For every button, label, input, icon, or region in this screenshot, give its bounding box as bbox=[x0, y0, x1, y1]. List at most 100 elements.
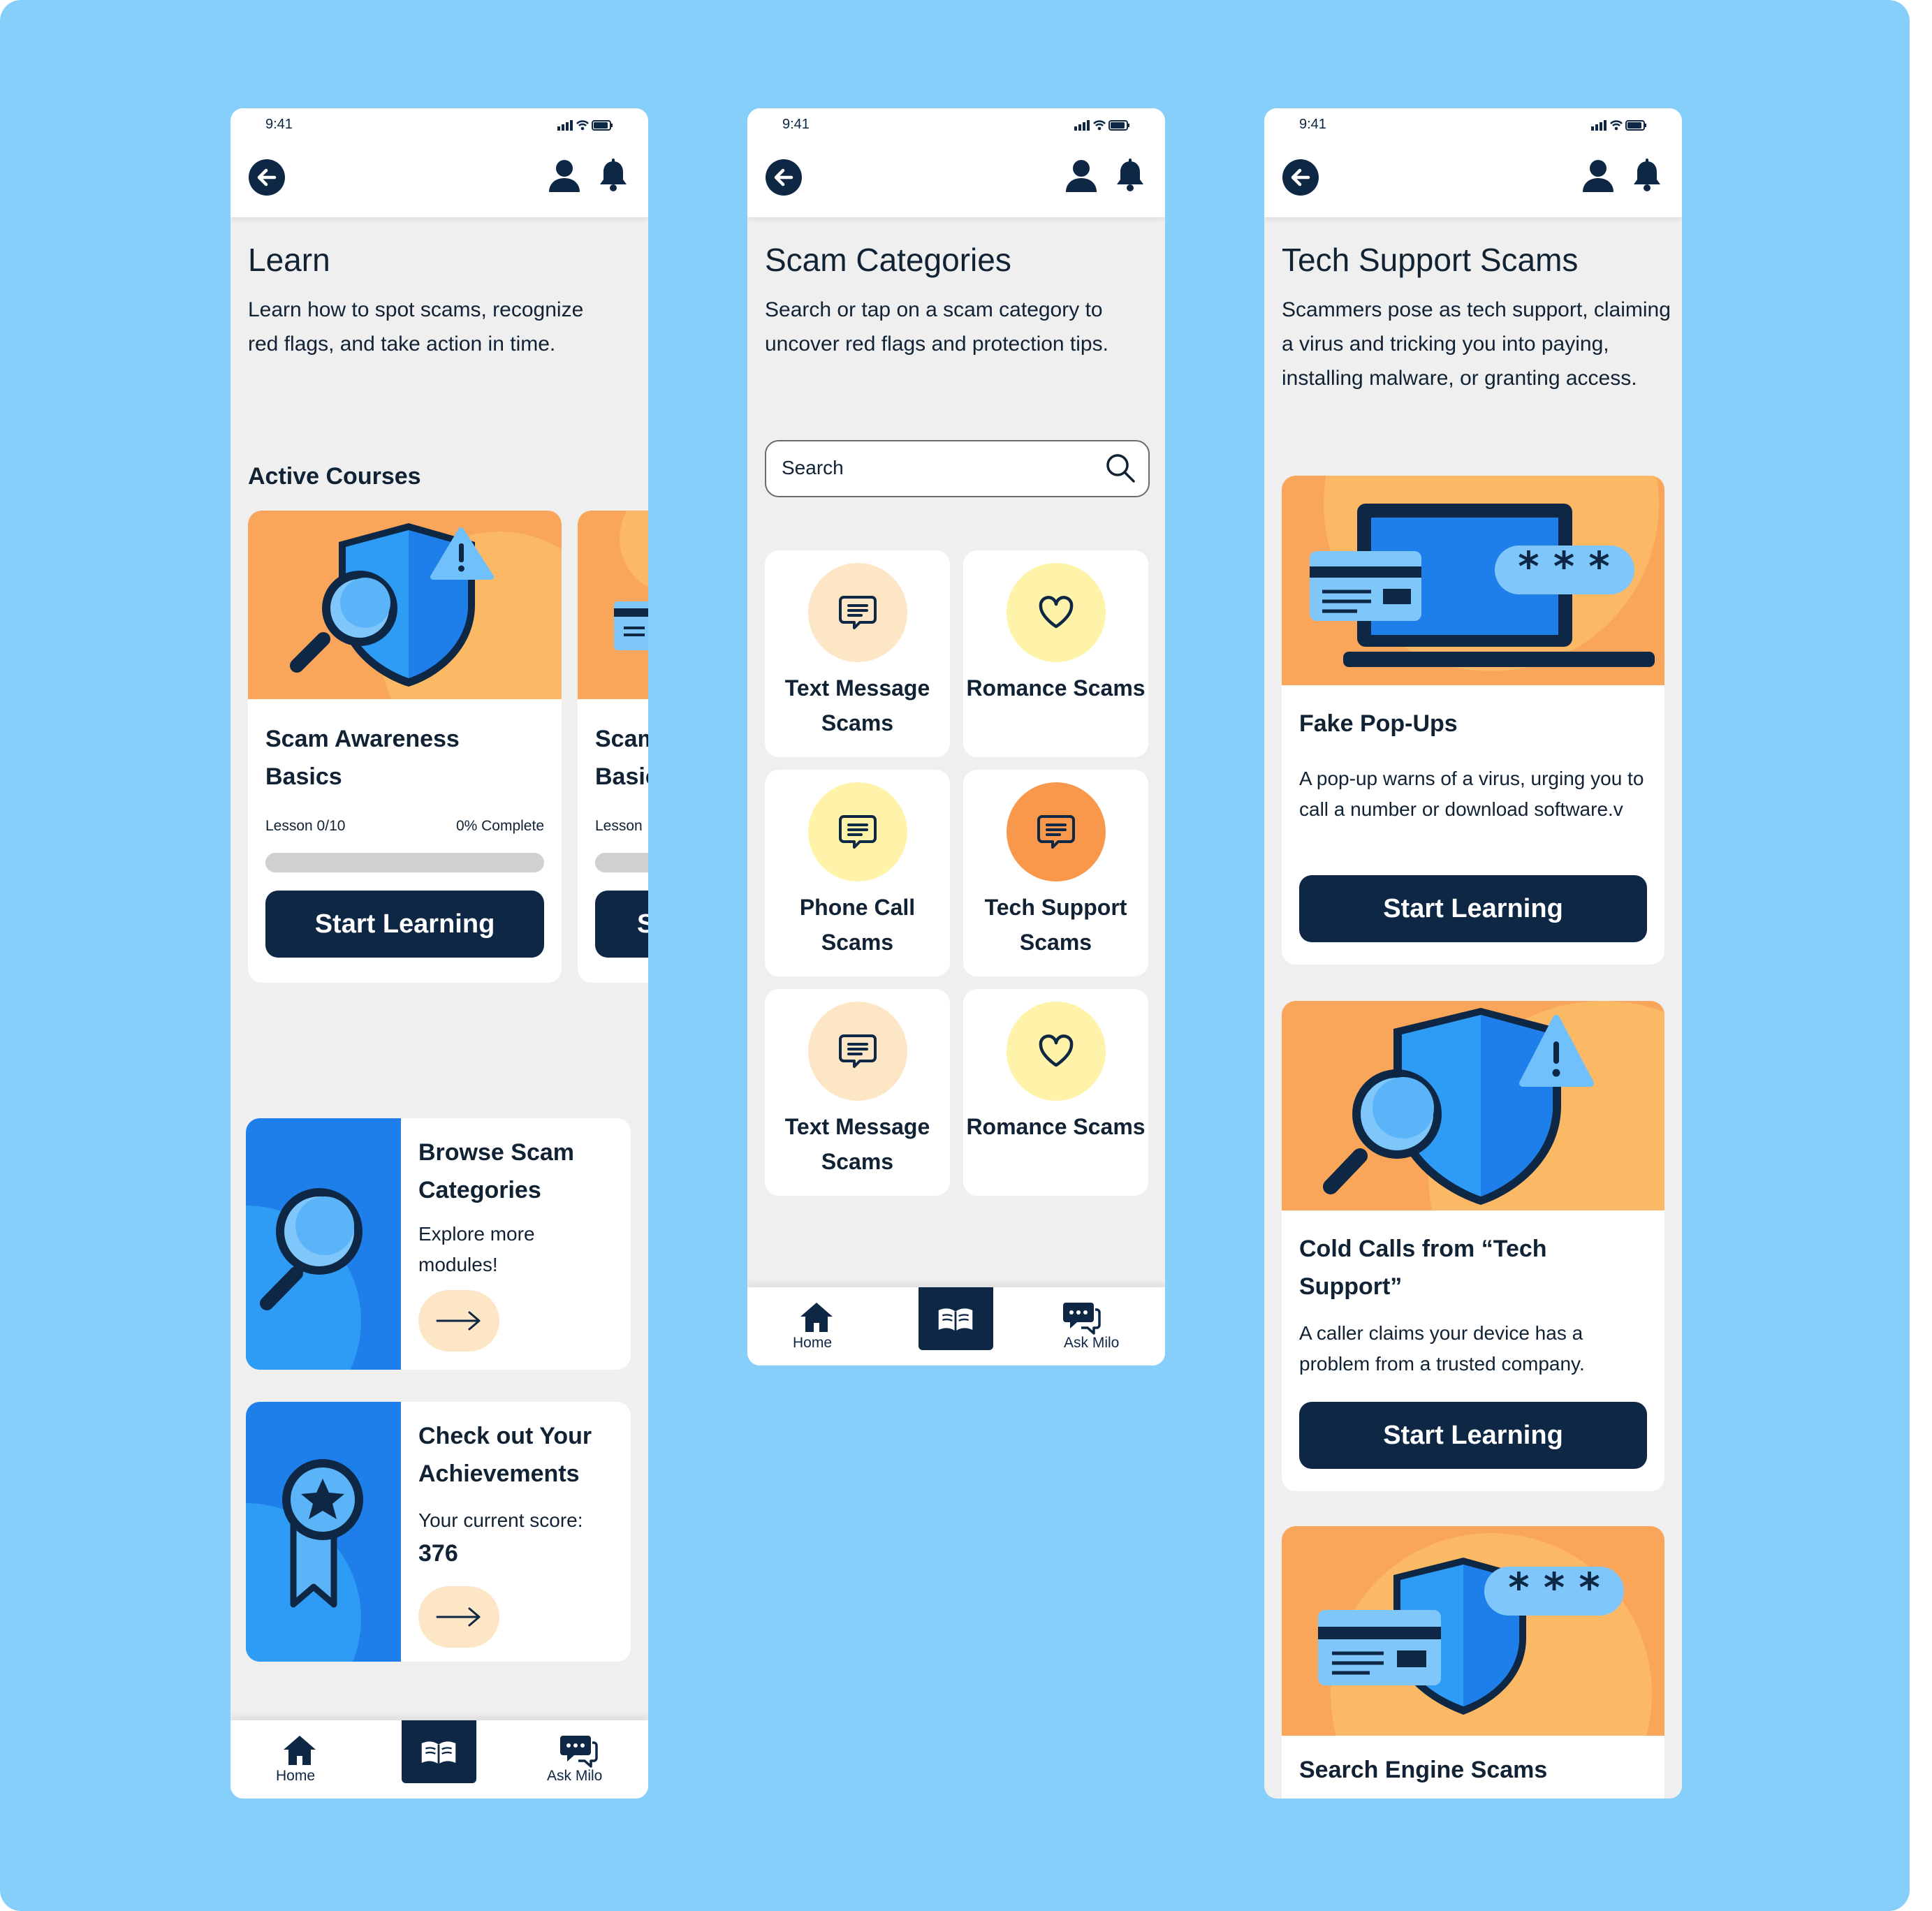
bottom-nav: Home Ask Milo bbox=[747, 1287, 1165, 1365]
message-icon bbox=[1035, 811, 1077, 853]
nav-ask-label[interactable]: Ask Milo bbox=[1064, 1335, 1119, 1352]
svg-text:* * *: * * * bbox=[1518, 543, 1609, 590]
category-tile[interactable]: Text Message Scams bbox=[765, 550, 950, 757]
category-tile[interactable]: Romance Scams bbox=[963, 550, 1148, 757]
course-peek-title: Scam Basics bbox=[595, 726, 648, 790]
top-bar bbox=[747, 143, 1165, 217]
nav-learn-button[interactable] bbox=[402, 1720, 476, 1783]
lesson-count: Lesson 0/10 bbox=[265, 818, 346, 834]
signal-wifi-battery-icon bbox=[1074, 118, 1130, 132]
chat-icon[interactable] bbox=[1062, 1300, 1101, 1335]
profile-icon[interactable] bbox=[1064, 159, 1098, 193]
page-title: Learn bbox=[248, 242, 330, 278]
course-peek-lesson: Lesson bbox=[595, 818, 643, 834]
back-arrow-icon[interactable] bbox=[248, 159, 286, 196]
message-icon bbox=[837, 1030, 879, 1072]
start-learning-button[interactable]: Start Learning bbox=[265, 891, 544, 958]
shield-card-password-illustration: * * * bbox=[1282, 1526, 1664, 1736]
page-title: Tech Support Scams bbox=[1282, 242, 1579, 278]
top-bar bbox=[230, 143, 648, 217]
status-bar: 9:41 bbox=[747, 108, 1165, 143]
status-time: 9:41 bbox=[1299, 117, 1326, 132]
signal-wifi-battery-icon bbox=[1591, 118, 1647, 132]
nav-learn-button[interactable] bbox=[919, 1287, 993, 1350]
category-tile[interactable]: Tech Support Scams bbox=[963, 770, 1148, 976]
fake-popups-card[interactable]: * * * Fake Pop-Ups A pop-up warns of a v… bbox=[1282, 476, 1664, 965]
browse-arrow-button[interactable] bbox=[418, 1290, 499, 1352]
nav-home-label[interactable]: Home bbox=[793, 1335, 832, 1352]
cold-calls-card[interactable]: Cold Calls from “Tech Support” A caller … bbox=[1282, 1001, 1664, 1491]
scam-awareness-illustration bbox=[248, 511, 562, 699]
category-tile[interactable]: Romance Scams bbox=[963, 989, 1148, 1196]
search-input[interactable]: Search bbox=[765, 440, 1150, 497]
categories-screen: 9:41 Scam Categories Search or tap on a … bbox=[747, 108, 1165, 1365]
page-description: Scammers pose as tech support, claiming … bbox=[1282, 298, 1671, 390]
nav-ask-label[interactable]: Ask Milo bbox=[547, 1768, 602, 1785]
bell-icon[interactable] bbox=[1632, 159, 1662, 193]
status-time: 9:41 bbox=[782, 117, 810, 132]
course-card[interactable]: Scam Awareness Basics Lesson 0/10 0% Com… bbox=[248, 511, 562, 983]
course-peek-illustration bbox=[578, 511, 648, 699]
course-peek-button[interactable]: S bbox=[595, 891, 648, 958]
shield-warning-illustration bbox=[1282, 1001, 1664, 1210]
profile-icon[interactable] bbox=[1581, 159, 1615, 193]
home-icon[interactable] bbox=[282, 1734, 317, 1766]
book-icon bbox=[936, 1304, 975, 1335]
search-engine-card[interactable]: * * * Search Engine Scams bbox=[1282, 1526, 1664, 1799]
signal-wifi-battery-icon bbox=[557, 118, 613, 132]
cold-calls-description: A caller claims your device has a proble… bbox=[1299, 1322, 1585, 1375]
category-label: Romance Scams bbox=[966, 675, 1146, 701]
search-placeholder: Search bbox=[782, 457, 844, 478]
message-icon bbox=[837, 811, 879, 853]
book-icon bbox=[419, 1737, 458, 1768]
category-tile[interactable]: Phone Call Scams bbox=[765, 770, 950, 976]
course-card-peek[interactable]: Scam Basics Lesson S bbox=[578, 511, 648, 983]
achievements-subtitle: Your current score: bbox=[418, 1509, 583, 1531]
back-arrow-icon[interactable] bbox=[765, 159, 803, 196]
achievements-arrow-button[interactable] bbox=[418, 1586, 499, 1648]
arrow-right-icon bbox=[434, 1606, 483, 1627]
category-icon-circle bbox=[808, 1002, 907, 1101]
magnifier-illustration bbox=[246, 1118, 401, 1370]
search-icon[interactable] bbox=[1105, 453, 1136, 483]
category-label: Romance Scams bbox=[966, 1114, 1146, 1139]
cold-calls-title: Cold Calls from “Tech Support” bbox=[1299, 1236, 1547, 1300]
achievements-score: 376 bbox=[418, 1540, 458, 1567]
category-icon-circle bbox=[808, 782, 907, 881]
heart-icon bbox=[1035, 1030, 1077, 1072]
category-label: Tech Support Scams bbox=[984, 895, 1127, 955]
percent-complete: 0% Complete bbox=[455, 818, 544, 834]
bell-icon[interactable] bbox=[598, 159, 629, 193]
category-icon-circle bbox=[1007, 1002, 1106, 1101]
category-label: Text Message Scams bbox=[784, 675, 930, 735]
fake-popups-title: Fake Pop-Ups bbox=[1299, 710, 1458, 737]
status-time: 9:41 bbox=[265, 117, 293, 132]
category-label: Phone Call Scams bbox=[799, 895, 916, 955]
profile-icon[interactable] bbox=[548, 159, 581, 193]
category-tile[interactable]: Text Message Scams bbox=[765, 989, 950, 1196]
laptop-popup-illustration: * * * bbox=[1282, 476, 1664, 685]
learn-screen: 9:41 Learn Learn how to spot scams, reco… bbox=[230, 108, 648, 1799]
course-title: Scam Awareness Basics bbox=[265, 726, 460, 790]
start-learning-button[interactable]: Start Learning bbox=[1299, 1402, 1647, 1469]
start-learning-button[interactable]: Start Learning bbox=[1299, 875, 1647, 942]
achievements-card[interactable]: Check out Your Achievements Your current… bbox=[246, 1402, 631, 1662]
bell-icon[interactable] bbox=[1115, 159, 1146, 193]
category-label: Text Message Scams bbox=[784, 1114, 930, 1174]
browse-categories-card[interactable]: Browse Scam Categories Explore more modu… bbox=[246, 1118, 631, 1370]
chat-icon[interactable] bbox=[559, 1733, 598, 1768]
bottom-nav: Home Ask Milo bbox=[230, 1720, 648, 1799]
active-courses-heading: Active Courses bbox=[248, 463, 421, 490]
page-description: Search or tap on a scam category to unco… bbox=[765, 298, 1108, 356]
nav-home-label[interactable]: Home bbox=[276, 1768, 315, 1785]
achievements-title: Check out Your Achievements bbox=[418, 1423, 592, 1487]
page-description: Learn how to spot scams, recognize red f… bbox=[248, 298, 584, 356]
arrow-right-icon bbox=[434, 1310, 483, 1331]
category-icon-circle bbox=[808, 563, 907, 662]
home-icon[interactable] bbox=[799, 1301, 834, 1333]
tech-support-screen: 9:41 Tech Support Scams Scammers pose as… bbox=[1264, 108, 1682, 1799]
page-title: Scam Categories bbox=[765, 242, 1011, 278]
svg-text:* * *: * * * bbox=[1508, 1564, 1600, 1611]
back-arrow-icon[interactable] bbox=[1282, 159, 1319, 196]
status-bar: 9:41 bbox=[1264, 108, 1682, 143]
